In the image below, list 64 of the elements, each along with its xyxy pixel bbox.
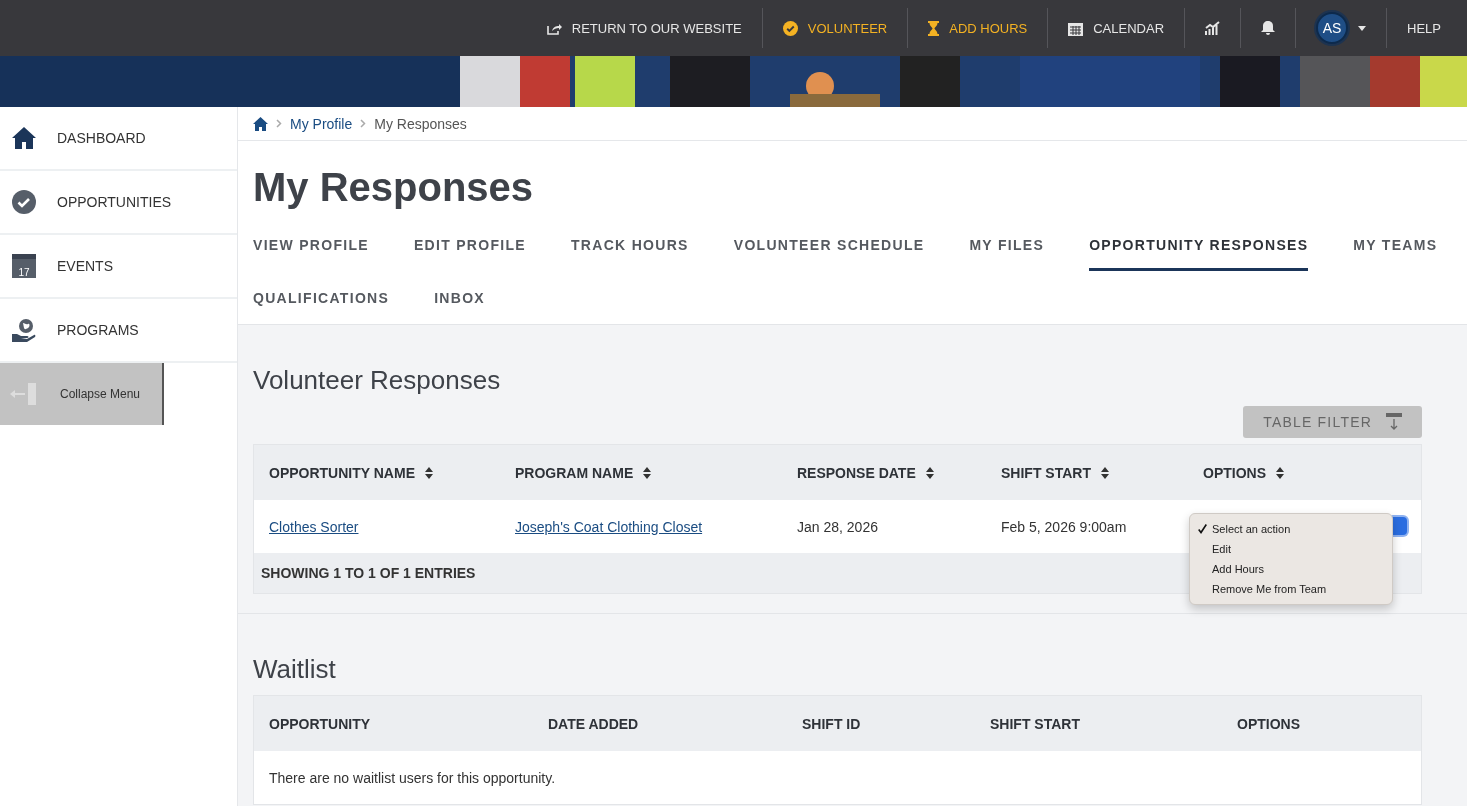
nav-link[interactable]: ADD HOURS	[907, 8, 1048, 48]
filter-icon	[1386, 413, 1402, 431]
column-header: PROGRAM NAME	[515, 464, 634, 481]
caret-icon	[1358, 25, 1367, 31]
column-header: SHIFT START	[1001, 464, 1091, 481]
tab[interactable]: QUALIFICATIONS	[253, 271, 390, 324]
chevron-icon	[276, 119, 282, 128]
tab[interactable]: INBOX	[434, 271, 485, 324]
menu-item[interactable]: Remove Me from Team	[1190, 579, 1392, 599]
opportunity-link[interactable]: Clothes Sorter	[269, 518, 359, 535]
section-title: Waitlist	[253, 654, 337, 685]
column-header: OPTIONS	[1203, 464, 1266, 481]
collapse-menu-button[interactable]: Collapse Menu	[0, 363, 164, 425]
bell-icon[interactable]	[1261, 20, 1276, 36]
check-circle-icon	[782, 20, 798, 36]
menu-item[interactable]: Edit	[1190, 539, 1392, 559]
breadcrumb-current[interactable]: My Responses	[374, 115, 467, 132]
tab[interactable]: TRACK HOURS	[571, 218, 689, 271]
chart-icon[interactable]	[1205, 21, 1221, 35]
nav-link[interactable]: CALENDAR	[1047, 8, 1185, 48]
tab[interactable]: VOLUNTEER SCHEDULE	[733, 218, 925, 271]
tab[interactable]: OPPORTUNITY RESPONSES	[1089, 218, 1309, 271]
column-header: OPPORTUNITY NAME	[269, 464, 415, 481]
column-header: DATE ADDED	[548, 715, 639, 732]
sort-icon[interactable]	[643, 466, 652, 479]
column-header: RESPONSE DATE	[797, 464, 916, 481]
user-menu[interactable]: AS	[1295, 8, 1387, 48]
nav-link[interactable]: HELP	[1386, 8, 1461, 48]
check-circle-icon	[12, 190, 36, 214]
chevron-icon	[360, 119, 367, 128]
column-header: SHIFT START	[990, 715, 1080, 732]
table-cell: Jan 28, 2026	[797, 518, 878, 535]
tab[interactable]: EDIT PROFILE	[413, 218, 526, 271]
sort-icon[interactable]	[425, 466, 433, 479]
calendar-icon: 17	[12, 254, 36, 278]
breadcrumb-link[interactable]: My Profile	[290, 115, 353, 132]
collapse-arrow-icon	[10, 383, 38, 405]
menu-item[interactable]: Select an action	[1190, 519, 1392, 539]
column-header: OPPORTUNITY	[269, 715, 371, 732]
tab[interactable]: VIEW PROFILE	[253, 218, 369, 271]
nav-link[interactable]: RETURN TO OUR WEBSITE	[526, 8, 762, 48]
table-cell: Feb 5, 2026 9:00am	[1001, 518, 1127, 535]
calendar-icon	[1068, 20, 1084, 36]
hand-globe-icon	[12, 318, 36, 342]
empty-message: There are no waitlist users for this opportunity.	[269, 769, 556, 786]
column-header: OPTIONS	[1237, 715, 1300, 732]
sort-icon[interactable]	[1276, 466, 1284, 479]
tab[interactable]: MY TEAMS	[1353, 218, 1438, 271]
page-title: My Responses	[253, 165, 535, 210]
check-icon	[1198, 524, 1207, 534]
sort-icon[interactable]	[925, 466, 934, 479]
program-link[interactable]: Joseph's Coat Clothing Closet	[515, 518, 703, 535]
home-icon[interactable]	[253, 116, 268, 131]
share-icon	[546, 21, 562, 35]
column-header: SHIFT ID	[802, 715, 861, 732]
entries-count: SHOWING 1 TO 1 OF 1 ENTRIES	[261, 565, 476, 581]
hourglass-icon	[928, 20, 940, 36]
home-icon	[12, 126, 36, 150]
avatar: AS	[1316, 12, 1349, 44]
sort-icon[interactable]	[1100, 466, 1109, 479]
nav-link[interactable]: VOLUNTEER	[761, 8, 908, 48]
tab[interactable]: MY FILES	[969, 218, 1045, 271]
menu-item[interactable]: Add Hours	[1190, 559, 1392, 579]
section-title: Volunteer Responses	[253, 365, 502, 396]
